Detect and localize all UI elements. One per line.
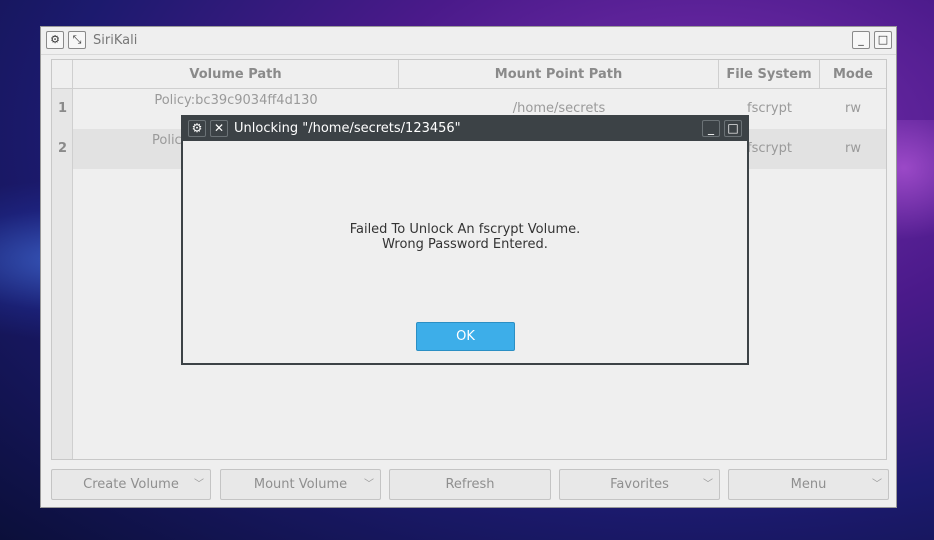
mount-volume-button[interactable]: Mount Volume ﹀	[220, 469, 381, 500]
cell-mode: rw	[845, 101, 861, 116]
volume-path-line: Policy:bc39c9034ff4d130	[154, 93, 318, 108]
dialog-title: Unlocking "/home/secrets/123456"	[234, 121, 461, 136]
error-detail: Wrong Password Entered.	[382, 237, 548, 252]
ok-button[interactable]: OK	[416, 322, 515, 351]
header-volume-path[interactable]: Volume Path	[73, 60, 399, 89]
cell-mode: rw	[845, 141, 861, 156]
chevron-down-icon: ﹀	[703, 479, 713, 490]
create-volume-label: Create Volume	[83, 477, 179, 492]
favorites-button[interactable]: Favorites ﹀	[559, 469, 720, 500]
dialog-minimize-icon[interactable]: _	[702, 120, 720, 137]
dialog-message: Failed To Unlock An fscrypt Volume. Wron…	[183, 222, 747, 252]
menu-label: Menu	[790, 477, 827, 492]
minimize-icon[interactable]: _	[852, 31, 870, 49]
menu-button[interactable]: Menu ﹀	[728, 469, 889, 500]
dialog-menu-icon[interactable]: ⚙	[188, 120, 206, 137]
header-mode[interactable]: Mode	[820, 60, 886, 89]
row-number[interactable]: 2	[52, 129, 73, 169]
window-menu-icon[interactable]: ⚙	[46, 31, 64, 49]
dialog-close-icon[interactable]: ✕	[210, 120, 228, 137]
favorites-label: Favorites	[610, 477, 669, 492]
chevron-down-icon: ﹀	[364, 479, 374, 490]
chevron-down-icon: ﹀	[872, 479, 882, 490]
refresh-button[interactable]: Refresh	[389, 469, 551, 500]
create-volume-button[interactable]: Create Volume ﹀	[51, 469, 211, 500]
row-header-column: 1 2	[52, 89, 73, 459]
keep-above-icon[interactable]: ⤡	[68, 31, 86, 49]
maximize-icon[interactable]: □	[874, 31, 892, 49]
unlock-error-dialog: ⚙ ✕ Unlocking "/home/secrets/123456" _ □…	[181, 115, 749, 365]
mount-volume-label: Mount Volume	[253, 477, 348, 492]
header-mount-point-path[interactable]: Mount Point Path	[399, 60, 719, 89]
header-file-system[interactable]: File System	[719, 60, 820, 89]
dialog-maximize-icon[interactable]: □	[724, 120, 742, 137]
chevron-down-icon: ﹀	[194, 479, 204, 490]
dialog-titlebar[interactable]: ⚙ ✕ Unlocking "/home/secrets/123456" _ □	[183, 117, 747, 141]
window-title: SiriKali	[93, 33, 138, 48]
table-corner	[52, 60, 73, 89]
row-number[interactable]: 1	[52, 89, 73, 129]
error-message: Failed To Unlock An fscrypt Volume.	[349, 222, 581, 237]
main-titlebar[interactable]: ⚙ ⤡ SiriKali _ □	[41, 27, 896, 55]
